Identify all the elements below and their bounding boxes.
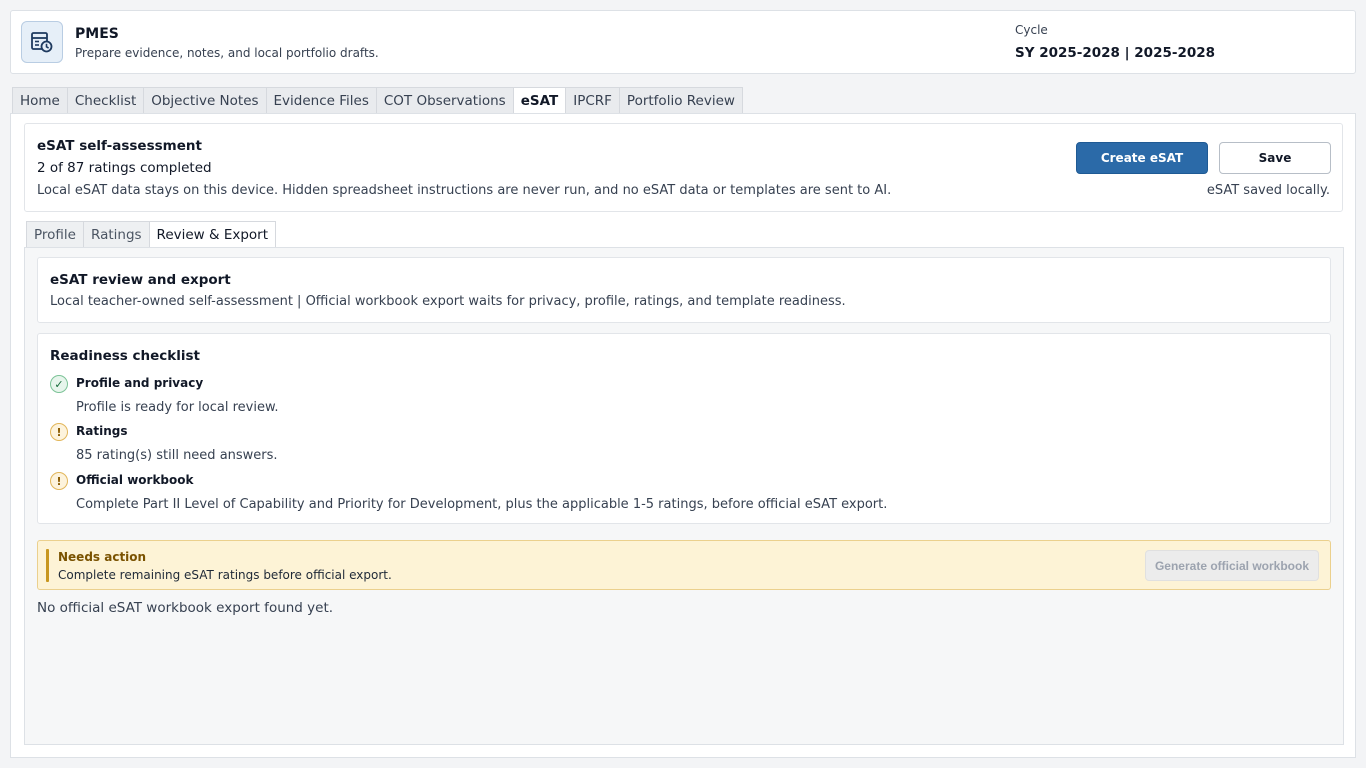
checklist-item: ! Official workbook Complete Part II Lev… (50, 470, 1320, 516)
alert-text: Complete remaining eSAT ratings before o… (58, 568, 392, 582)
needs-action-alert: Needs action Complete remaining eSAT rat… (37, 540, 1331, 590)
tab-evidence-files[interactable]: Evidence Files (265, 87, 376, 114)
tab-profile[interactable]: Profile (26, 221, 83, 248)
checklist-item-label: Official workbook (76, 473, 194, 487)
tab-esat[interactable]: eSAT (512, 87, 566, 114)
checklist-item-detail: Complete Part II Level of Capability and… (76, 497, 888, 512)
warning-icon: ! (50, 423, 68, 441)
tab-checklist[interactable]: Checklist (66, 87, 144, 114)
review-title: eSAT review and export (50, 272, 231, 288)
alert-title: Needs action (58, 550, 147, 564)
checklist-item: ! Ratings 85 rating(s) still need answer… (50, 421, 1320, 467)
check-icon: ✓ (50, 375, 68, 393)
esat-summary-card: eSAT self-assessment 2 of 87 ratings com… (24, 123, 1343, 212)
app-subtitle: Prepare evidence, notes, and local portf… (75, 46, 379, 60)
esat-progress: 2 of 87 ratings completed (37, 160, 212, 176)
app-header: PMES Prepare evidence, notes, and local … (10, 10, 1356, 74)
cycle-label: Cycle (1015, 23, 1048, 37)
tab-ratings[interactable]: Ratings (82, 221, 149, 248)
checklist-item-detail: 85 rating(s) still need answers. (76, 448, 278, 463)
tab-objective-notes[interactable]: Objective Notes (143, 87, 266, 114)
review-subtitle: Local teacher-owned self-assessment | Of… (50, 294, 846, 309)
tab-home[interactable]: Home (12, 87, 67, 114)
generate-workbook-button[interactable]: Generate official workbook (1145, 550, 1319, 581)
create-esat-button[interactable]: Create eSAT (1076, 142, 1208, 174)
review-export-panel: eSAT review and export Local teacher-own… (24, 247, 1344, 745)
save-button[interactable]: Save (1219, 142, 1331, 174)
tab-cot-observations[interactable]: COT Observations (375, 87, 513, 114)
tab-ipcrf[interactable]: IPCRF (565, 87, 619, 114)
checklist-title: Readiness checklist (50, 348, 200, 364)
esat-sub-tab-bar: Profile Ratings Review & Export (26, 221, 277, 248)
cycle-value: SY 2025-2028 | 2025-2028 (1015, 45, 1216, 61)
app-logo-icon (21, 21, 63, 63)
export-status: No official eSAT workbook export found y… (37, 600, 334, 616)
review-export-card: eSAT review and export Local teacher-own… (37, 257, 1331, 323)
tab-review-export[interactable]: Review & Export (148, 221, 277, 248)
readiness-checklist: Readiness checklist ✓ Profile and privac… (37, 333, 1331, 524)
warning-icon: ! (50, 472, 68, 490)
checklist-item-detail: Profile is ready for local review. (76, 400, 279, 415)
main-tab-bar: Home Checklist Objective Notes Evidence … (12, 87, 743, 114)
checklist-item-label: Profile and privacy (76, 376, 204, 390)
checklist-item: ✓ Profile and privacy Profile is ready f… (50, 373, 1320, 419)
saved-status: eSAT saved locally. (1206, 183, 1330, 198)
alert-accent-bar (46, 549, 49, 582)
app-title: PMES (75, 26, 119, 42)
esat-content-panel: eSAT self-assessment 2 of 87 ratings com… (10, 113, 1356, 758)
esat-privacy-note: Local eSAT data stays on this device. Hi… (37, 183, 892, 198)
checklist-item-label: Ratings (76, 424, 128, 438)
esat-title: eSAT self-assessment (37, 138, 202, 154)
tab-portfolio-review[interactable]: Portfolio Review (618, 87, 743, 114)
